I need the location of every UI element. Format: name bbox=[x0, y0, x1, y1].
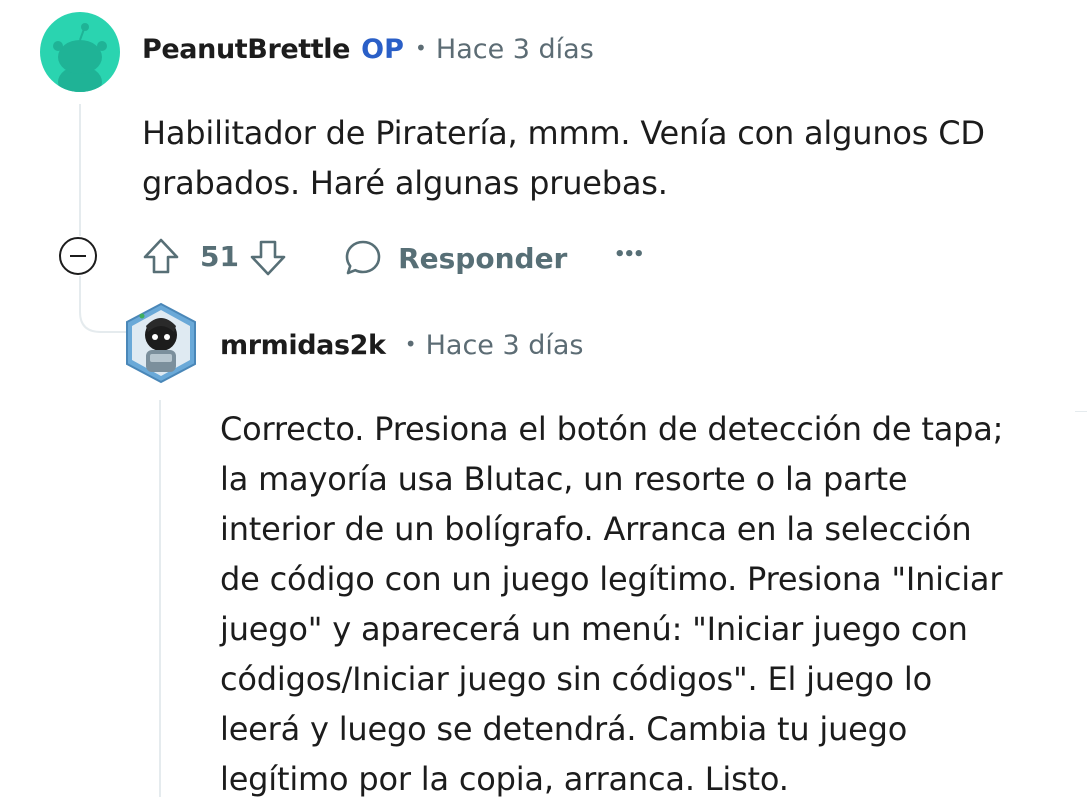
side-divider bbox=[1075, 411, 1087, 412]
reply-line: Correcto. Presiona el botón de detección… bbox=[220, 410, 1004, 448]
thread-line-reply bbox=[159, 400, 161, 797]
meta-separator: • bbox=[415, 36, 427, 60]
comment-body: Habilitador de Piratería, mmm. Venía con… bbox=[142, 108, 1042, 208]
thread-branch-curve bbox=[79, 290, 127, 333]
reply-timestamp[interactable]: Hace 3 días bbox=[426, 330, 584, 361]
reply-line: juego" y aparecerá un menú: "Iniciar jue… bbox=[220, 610, 968, 648]
thread-line-main bbox=[79, 104, 81, 236]
comment-bubble-icon bbox=[345, 240, 381, 275]
comment-timestamp[interactable]: Hace 3 días bbox=[436, 34, 594, 65]
reply-author[interactable]: mrmidas2k bbox=[220, 330, 386, 361]
op-badge: OP bbox=[361, 34, 404, 65]
vote-score: 51 bbox=[200, 240, 239, 273]
reply-line: interior de un bolígrafo. Arranca en la … bbox=[220, 510, 972, 548]
upvote-icon[interactable] bbox=[141, 236, 181, 276]
reply-avatar-icon bbox=[126, 302, 196, 384]
reply-avatar[interactable] bbox=[124, 302, 198, 384]
reply-line: la mayoría usa Blutac, un resorte o la p… bbox=[220, 460, 908, 498]
comment-author[interactable]: PeanutBrettle bbox=[142, 34, 350, 65]
reply-button[interactable]: Responder bbox=[343, 238, 567, 278]
avatar[interactable] bbox=[40, 12, 120, 92]
comment-line: grabados. Haré algunas pruebas. bbox=[142, 164, 668, 202]
collapse-thread-button[interactable] bbox=[59, 237, 97, 275]
reply-line: de código con un juego legítimo. Presion… bbox=[220, 560, 1003, 598]
meta-separator: • bbox=[404, 332, 417, 356]
more-options-button[interactable]: ••• bbox=[614, 244, 644, 265]
comment-line: Habilitador de Piratería, mmm. Venía con… bbox=[142, 114, 985, 152]
reply-line: leerá y luego se detendrá. Cambia tu jue… bbox=[220, 710, 908, 748]
reply-body: Correcto. Presiona el botón de detección… bbox=[220, 404, 1080, 804]
reply-label: Responder bbox=[398, 241, 568, 275]
downvote-icon[interactable] bbox=[248, 238, 288, 278]
snoo-avatar-icon bbox=[53, 23, 107, 92]
reply-line: códigos/Iniciar juego sin códigos". El j… bbox=[220, 660, 932, 698]
